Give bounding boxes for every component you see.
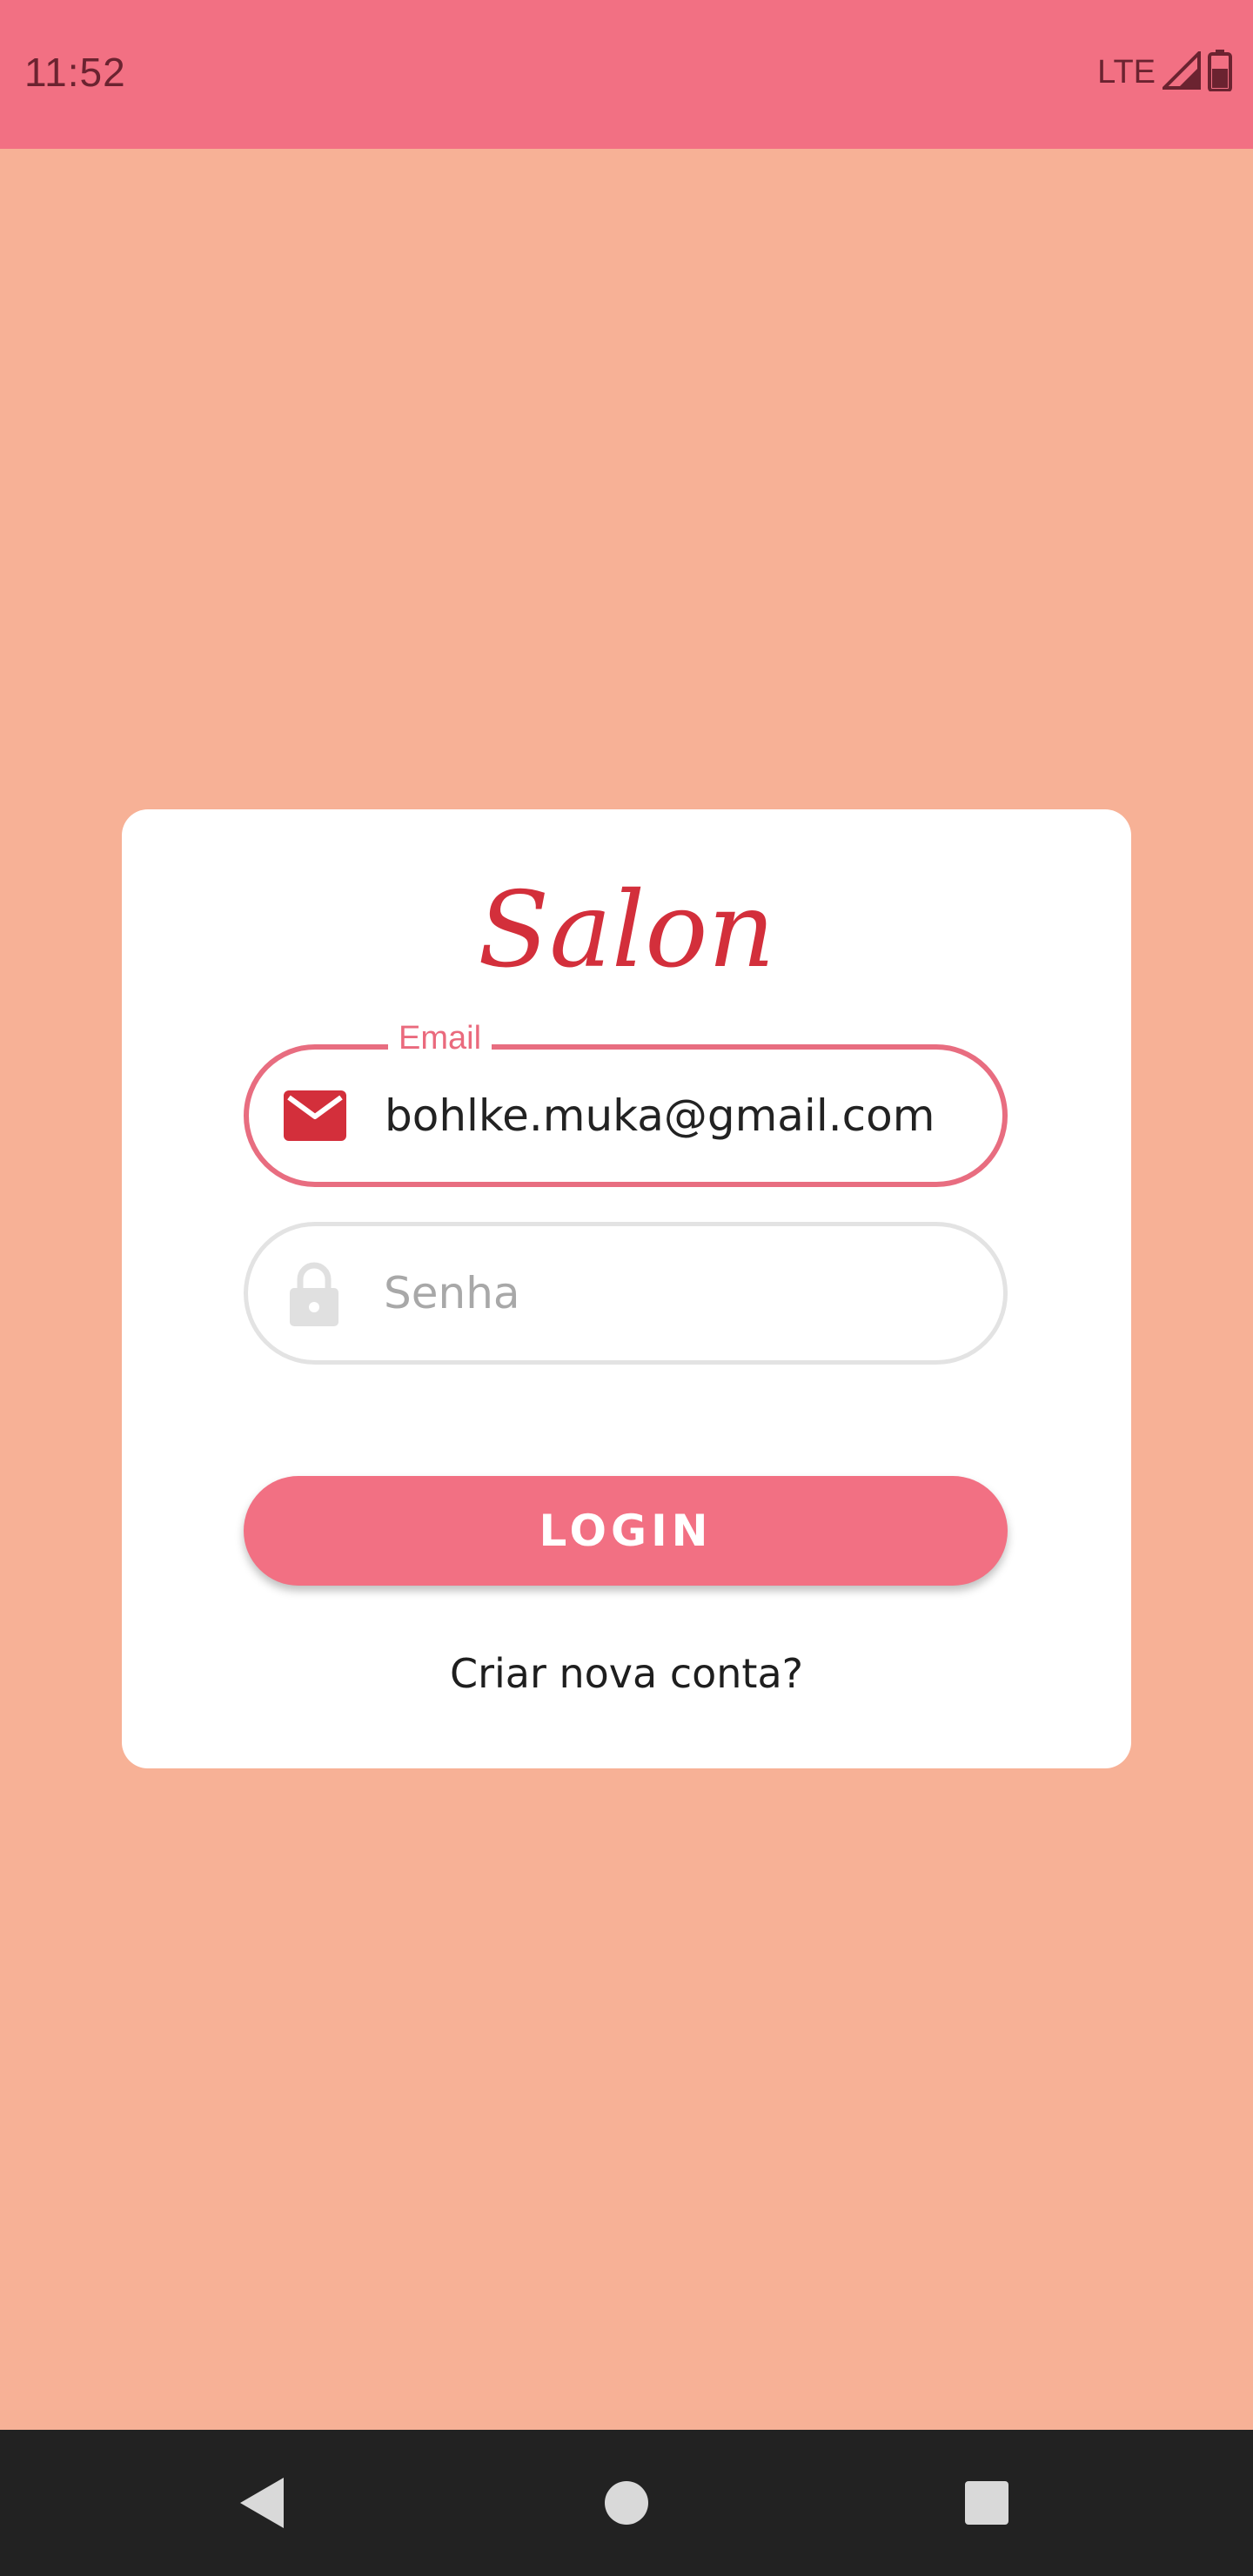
home-icon[interactable] [595, 2472, 658, 2534]
login-card: Salon Email LOGIN Criar nova conta? [122, 809, 1131, 1768]
recents-icon[interactable] [955, 2472, 1018, 2534]
create-account-link[interactable]: Criar nova conta? [122, 1650, 1131, 1697]
network-type: LTE [1097, 53, 1156, 91]
email-field[interactable]: Email [244, 1020, 1008, 1187]
battery-icon [1208, 49, 1232, 96]
status-bar: 11:52 LTE [0, 0, 1253, 149]
navigation-bar [0, 2430, 1253, 2576]
mail-icon [284, 1084, 346, 1147]
status-icons: LTE [1097, 48, 1232, 96]
login-button[interactable]: LOGIN [244, 1476, 1008, 1586]
back-icon[interactable] [230, 2472, 292, 2534]
brand-title: Salon [478, 870, 775, 991]
email-input[interactable] [385, 1090, 968, 1141]
password-input[interactable] [384, 1268, 968, 1318]
email-label: Email [388, 1020, 492, 1057]
status-time: 11:52 [24, 50, 126, 95]
password-field[interactable] [244, 1222, 1008, 1365]
lock-icon [283, 1262, 345, 1326]
signal-icon [1160, 48, 1201, 94]
